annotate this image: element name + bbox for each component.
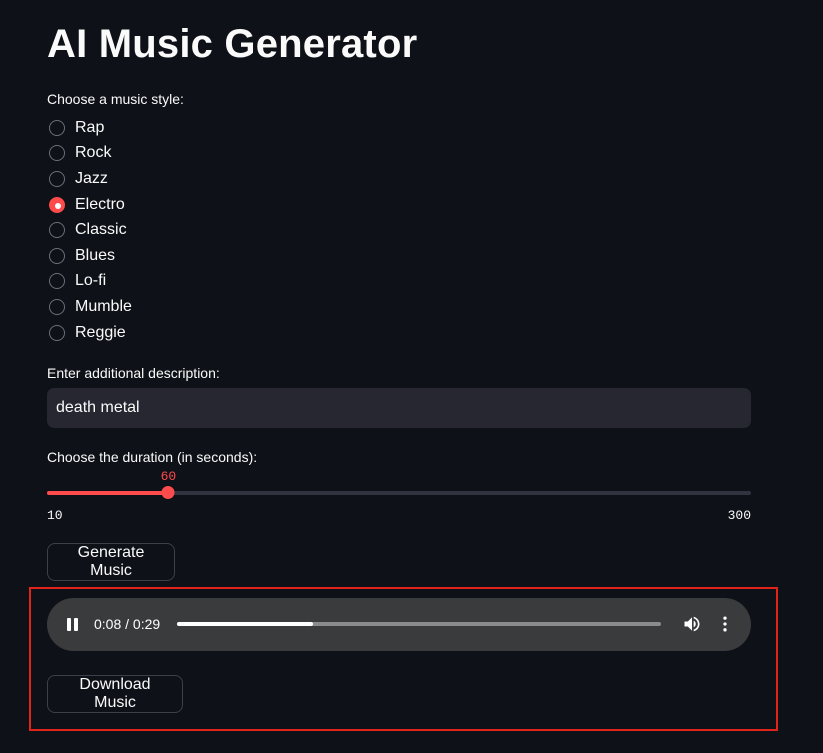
audio-progress-bar[interactable] [177,622,661,626]
radio-option-reggie[interactable]: Reggie [47,320,347,346]
duration-label: Choose the duration (in seconds): [47,449,258,465]
radio-option-label: Mumble [75,297,132,315]
radio-button-icon[interactable] [49,222,65,239]
radio-option-electro[interactable]: Electro [47,192,347,218]
radio-button-icon[interactable] [49,196,65,213]
radio-button-icon[interactable] [49,247,65,264]
more-options-icon[interactable] [715,614,735,634]
audio-player: 0:08 / 0:29 [47,598,751,651]
music-style-label: Choose a music style: [47,91,184,107]
music-style-radio-group: Rap Rock Jazz Electro Classic Blues Lo-fi Mumbl… [47,115,347,345]
volume-icon[interactable] [682,614,702,634]
duration-slider-value: 60 [160,469,177,484]
radio-option-classic[interactable]: Classic [47,217,347,243]
radio-option-rap[interactable]: Rap [47,115,347,141]
radio-option-label: Rap [75,118,105,136]
radio-button-icon[interactable] [49,298,65,315]
duration-slider-track[interactable] [47,491,751,495]
audio-time: 0:08 / 0:29 [94,616,161,632]
radio-option-label: Rock [75,144,112,162]
duration-slider-max: 300 [727,508,751,523]
radio-button-icon[interactable] [49,119,65,136]
audio-progress-fill [177,622,313,626]
radio-option-blues[interactable]: Blues [47,243,347,269]
radio-option-rock[interactable]: Rock [47,141,347,167]
radio-button-icon[interactable] [49,170,65,187]
radio-option-lo-fi[interactable]: Lo-fi [47,269,347,295]
radio-option-label: Electro [75,195,125,213]
generate-music-button[interactable]: Generate Music [47,543,175,581]
radio-button-icon[interactable] [49,145,65,162]
radio-button-icon[interactable] [49,324,65,341]
description-label: Enter additional description: [47,365,220,381]
radio-option-label: Lo-fi [75,272,107,290]
download-music-button[interactable]: Download Music [47,675,183,713]
radio-option-jazz[interactable]: Jazz [47,166,347,192]
duration-slider-fill [47,491,169,495]
app-page: AI Music Generator Choose a music style:… [0,0,823,753]
radio-option-label: Classic [75,221,127,239]
page-title: AI Music Generator [47,22,418,66]
pause-icon[interactable] [64,615,82,633]
radio-button-icon[interactable] [49,273,65,290]
duration-slider-min: 10 [47,508,63,523]
radio-option-label: Jazz [75,169,108,187]
description-input[interactable] [47,388,751,428]
radio-option-label: Blues [75,246,116,264]
radio-option-label: Reggie [75,323,126,341]
duration-slider-thumb[interactable] [161,486,175,499]
radio-option-mumble[interactable]: Mumble [47,294,347,320]
